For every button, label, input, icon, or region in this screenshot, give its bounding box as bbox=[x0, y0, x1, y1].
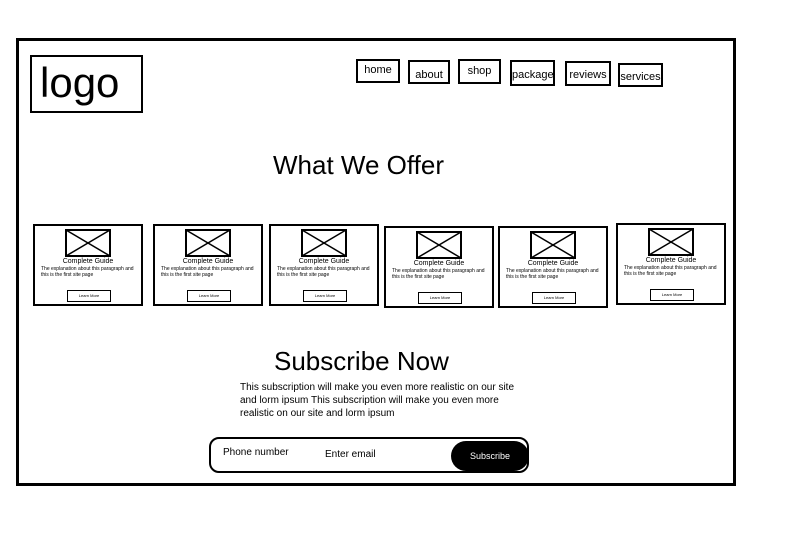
nav-services[interactable]: services bbox=[618, 63, 663, 87]
image-placeholder-icon bbox=[530, 231, 576, 259]
card-description: The explanation about this paragraph and… bbox=[161, 266, 254, 278]
card-title: Complete Guide bbox=[527, 260, 579, 267]
learn-more-button[interactable]: Learn More bbox=[187, 290, 231, 302]
learn-more-button[interactable]: Learn More bbox=[303, 290, 347, 302]
image-placeholder-icon bbox=[301, 229, 347, 257]
subscribe-heading: Subscribe Now bbox=[274, 346, 449, 376]
offer-card: Complete Guide The explanation about thi… bbox=[33, 224, 143, 306]
card-title: Complete Guide bbox=[298, 258, 350, 265]
card-description: The explanation about this paragraph and… bbox=[624, 265, 717, 277]
learn-more-button[interactable]: Learn More bbox=[67, 290, 111, 302]
card-title: Complete Guide bbox=[645, 257, 697, 264]
nav-package[interactable]: package bbox=[510, 60, 555, 86]
subscribe-description: This subscription will make you even mor… bbox=[240, 382, 514, 419]
nav-reviews[interactable]: reviews bbox=[565, 61, 611, 86]
subscribe-button[interactable]: Subscribe bbox=[451, 441, 529, 471]
learn-more-button[interactable]: Learn More bbox=[418, 292, 462, 304]
image-placeholder-icon bbox=[648, 228, 694, 256]
offer-card: Complete Guide The explanation about thi… bbox=[498, 226, 608, 308]
card-title: Complete Guide bbox=[182, 258, 234, 265]
image-placeholder-icon bbox=[185, 229, 231, 257]
card-description: The explanation about this paragraph and… bbox=[506, 268, 599, 280]
email-field[interactable]: Enter email bbox=[325, 449, 376, 460]
offer-card: Complete Guide The explanation about thi… bbox=[384, 226, 494, 308]
card-description: The explanation about this paragraph and… bbox=[392, 268, 485, 280]
logo[interactable]: logo bbox=[30, 55, 143, 113]
image-placeholder-icon bbox=[416, 231, 462, 259]
subscribe-form: Phone number Enter email Subscribe bbox=[209, 437, 529, 473]
learn-more-button[interactable]: Learn More bbox=[532, 292, 576, 304]
offer-card: Complete Guide The explanation about thi… bbox=[616, 223, 726, 305]
learn-more-button[interactable]: Learn More bbox=[650, 289, 694, 301]
offer-card: Complete Guide The explanation about thi… bbox=[269, 224, 379, 306]
card-description: The explanation about this paragraph and… bbox=[41, 266, 134, 278]
nav-home[interactable]: home bbox=[356, 59, 400, 83]
image-placeholder-icon bbox=[65, 229, 111, 257]
card-title: Complete Guide bbox=[62, 258, 114, 265]
offer-heading: What We Offer bbox=[273, 150, 444, 180]
card-title: Complete Guide bbox=[413, 260, 465, 267]
card-description: The explanation about this paragraph and… bbox=[277, 266, 370, 278]
offer-card: Complete Guide The explanation about thi… bbox=[153, 224, 263, 306]
nav-about[interactable]: about bbox=[408, 60, 450, 84]
nav-shop[interactable]: shop bbox=[458, 59, 501, 84]
phone-number-field[interactable]: Phone number bbox=[223, 447, 289, 458]
